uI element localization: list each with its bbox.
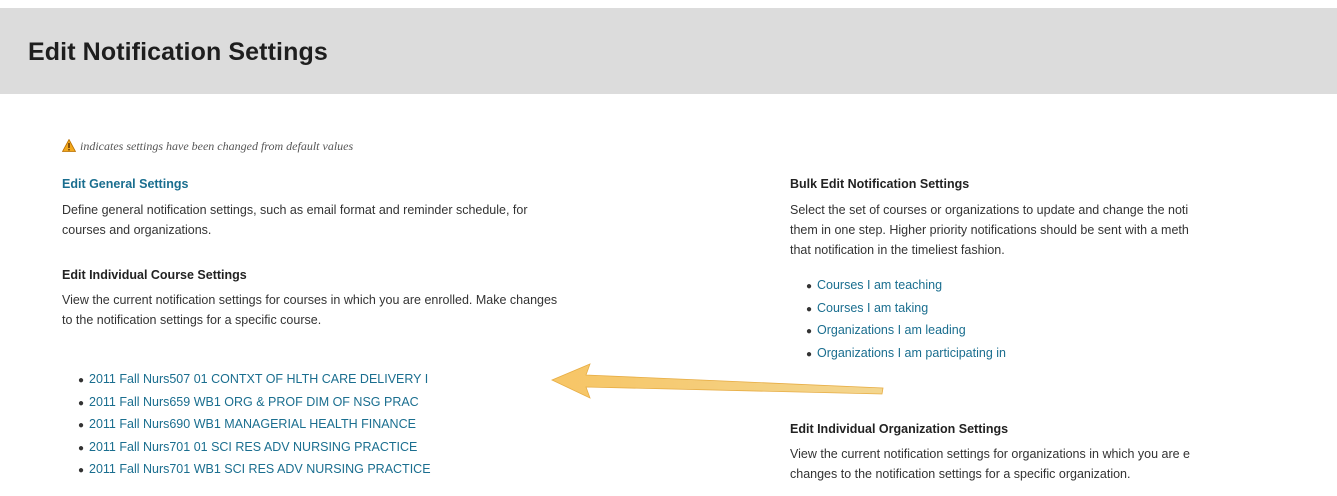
changed-settings-legend: indicates settings have been changed fro… xyxy=(61,138,354,156)
bulk-edit-list: ● Courses I am teaching ● Courses I am tak… xyxy=(806,275,1006,365)
bulk-desc-line-2: them in one step. Higher priority notifi… xyxy=(790,223,1189,237)
bullet-icon: ● xyxy=(78,420,85,431)
bullet-icon: ● xyxy=(78,375,85,386)
course-list-item[interactable]: ● 2011 Fall Nurs659 WB1 ORG & PROF DIM OF… xyxy=(78,392,431,415)
bullet-icon: ● xyxy=(806,303,813,315)
bullet-icon: ● xyxy=(78,442,85,454)
legend-text: indicates settings have been changed fro… xyxy=(80,139,354,153)
bulk-edit-title: Bulk Edit Notification Settings xyxy=(790,177,970,191)
org-desc-line-1: View the current notification settings f… xyxy=(790,447,1190,461)
bulk-list-item[interactable]: ● Organizations I am leading xyxy=(806,320,1006,343)
general-settings-description: Define general notification settings, su… xyxy=(62,200,528,240)
course-desc-line-2: to the notification settings for a speci… xyxy=(62,313,322,327)
warning-icon xyxy=(61,138,77,156)
bulk-list-item[interactable]: ● Courses I am taking xyxy=(806,298,1006,321)
bulk-desc-line-3: that notification in the timeliest fashi… xyxy=(790,243,1005,257)
individual-org-settings-title: Edit Individual Organization Settings xyxy=(790,422,1009,436)
general-desc-line-2: courses and organizations. xyxy=(62,223,212,237)
bulk-list-item[interactable]: ● Courses I am teaching xyxy=(806,275,1006,298)
bulk-edit-description: Select the set of courses or organizatio… xyxy=(790,200,1189,260)
page-header: Edit Notification Settings xyxy=(0,8,1337,94)
org-desc-line-2: changes to the notification settings for… xyxy=(790,467,1131,481)
page-title: Edit Notification Settings xyxy=(28,38,328,66)
individual-org-description: View the current notification settings f… xyxy=(790,444,1190,484)
course-list-item[interactable]: ● 2011 Fall Nurs690 WB1 MANAGERIAL HEALTH… xyxy=(78,414,431,437)
bullet-icon: ● xyxy=(806,326,813,337)
course-list-item[interactable]: ● 2011 Fall Nurs701 WB1 SCI RES ADV NURSI… xyxy=(78,459,431,482)
course-list-item[interactable]: ● 2011 Fall Nurs507 01 CONTXT OF HLTH CAR… xyxy=(78,369,431,392)
bulk-desc-line-1: Select the set of courses or organizatio… xyxy=(790,203,1189,217)
course-desc-line-1: View the current notification settings f… xyxy=(62,293,558,307)
edit-general-settings-link[interactable]: Edit General Settings xyxy=(62,177,188,191)
bullet-icon: ● xyxy=(78,465,85,476)
bullet-icon: ● xyxy=(806,281,813,292)
course-list-item[interactable]: ● 2011 Fall Nurs701 01 SCI RES ADV NURSIN… xyxy=(78,437,431,460)
individual-course-settings-title: Edit Individual Course Settings xyxy=(62,268,247,282)
general-desc-line-1: Define general notification settings, su… xyxy=(62,203,528,217)
individual-course-description: View the current notification settings f… xyxy=(62,290,557,330)
bullet-icon: ● xyxy=(78,397,85,409)
annotation-arrow-icon xyxy=(548,362,888,407)
course-list: ● 2011 Fall Nurs507 01 CONTXT OF HLTH CAR… xyxy=(78,369,431,482)
